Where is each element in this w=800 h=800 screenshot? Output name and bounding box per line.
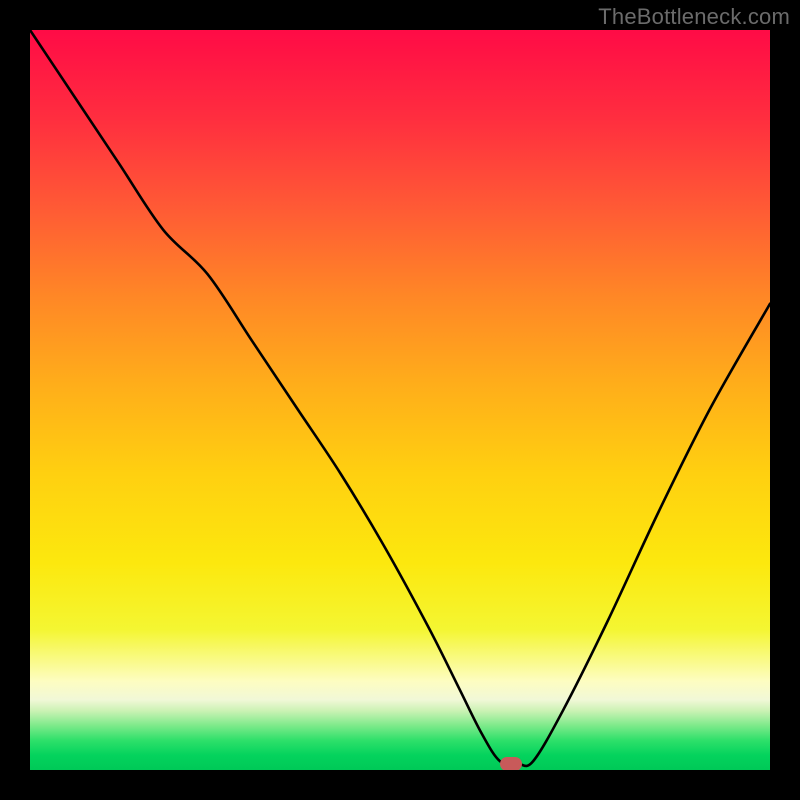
bottleneck-curve (30, 30, 770, 770)
chart-frame: TheBottleneck.com (0, 0, 800, 800)
plot-area (30, 30, 770, 770)
watermark-text: TheBottleneck.com (598, 4, 790, 30)
optimal-point-marker (500, 757, 522, 770)
